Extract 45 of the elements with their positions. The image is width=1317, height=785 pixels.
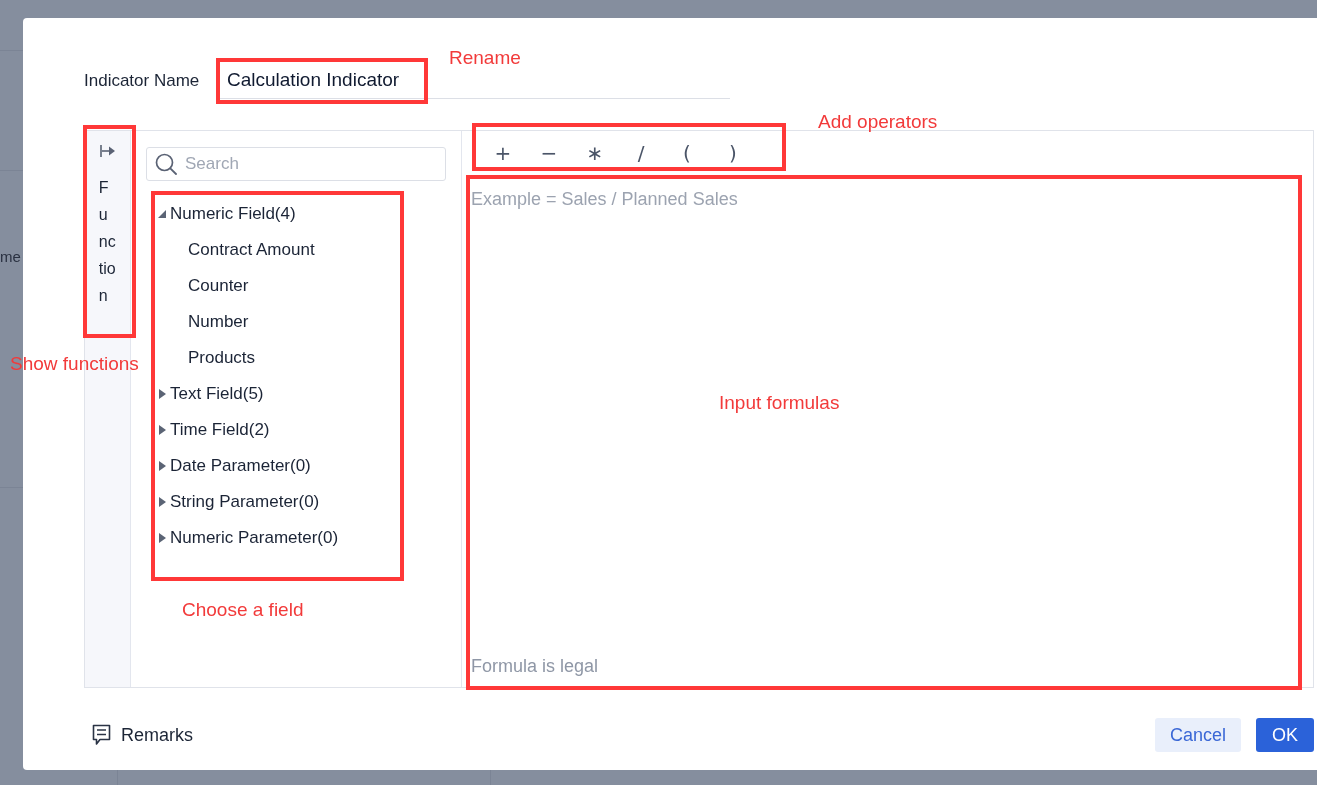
status-text: Formula is legal: [471, 656, 599, 676]
tree-label: Text Field(5): [170, 383, 264, 406]
field-item[interactable]: Counter: [146, 268, 446, 304]
tree-label: Numeric Parameter(0): [170, 527, 339, 550]
operator-button[interactable]: +: [480, 140, 526, 166]
caret-right-icon[interactable]: [158, 425, 166, 435]
field-item[interactable]: Contract Amount: [146, 232, 446, 268]
operator-button[interactable]: /: [618, 140, 664, 166]
tree-label: Numeric Field(4): [170, 203, 296, 226]
tree-item[interactable]: Numeric Parameter(0): [146, 520, 446, 556]
ok-button[interactable]: OK: [1256, 718, 1314, 752]
tree-label: Time Field(2): [170, 419, 270, 442]
caret-right-icon[interactable]: [158, 497, 166, 507]
background-text: me: [0, 247, 21, 267]
operator-button[interactable]: −: [526, 140, 572, 166]
tree-label: Date Parameter(0): [170, 455, 311, 478]
search-field[interactable]: Search: [146, 147, 446, 181]
tree-label: String Parameter(0): [170, 491, 320, 514]
tree-item[interactable]: Text Field(5): [146, 376, 446, 412]
field-label: Indicator Name: [84, 69, 201, 92]
cancel-button[interactable]: Cancel: [1155, 718, 1241, 752]
name-input[interactable]: Calculation Indicator: [220, 62, 424, 99]
annotation-label: Rename: [449, 47, 521, 69]
caret-right-icon[interactable]: [158, 533, 166, 543]
remarks-button[interactable]: Remarks: [84, 718, 193, 752]
tree-item[interactable]: Numeric Field(4): [146, 196, 446, 232]
tree-item[interactable]: Time Field(2): [146, 412, 446, 448]
annotation-label: Input formulas: [719, 392, 840, 414]
caret-right-icon[interactable]: [158, 389, 166, 399]
tree-item[interactable]: Date Parameter(0): [146, 448, 446, 484]
field-item[interactable]: Products: [146, 340, 446, 376]
caret-right-icon[interactable]: [158, 461, 166, 471]
search-input[interactable]: Search: [185, 150, 445, 178]
expand-panel-icon[interactable]: [99, 145, 116, 157]
field-item[interactable]: Number: [146, 304, 446, 340]
operator-button[interactable]: (: [664, 140, 710, 166]
annotation-label: Choose a field: [182, 599, 304, 621]
function-label: Function: [98, 178, 117, 306]
annotation-label: Add operators: [818, 111, 938, 133]
caret-down-icon[interactable]: [158, 210, 166, 218]
tree-item[interactable]: String Parameter(0): [146, 484, 446, 520]
operator-button[interactable]: ): [710, 140, 756, 166]
comment-icon: [92, 724, 111, 746]
search-icon: [155, 153, 177, 175]
operator-button[interactable]: ∗: [572, 140, 618, 166]
